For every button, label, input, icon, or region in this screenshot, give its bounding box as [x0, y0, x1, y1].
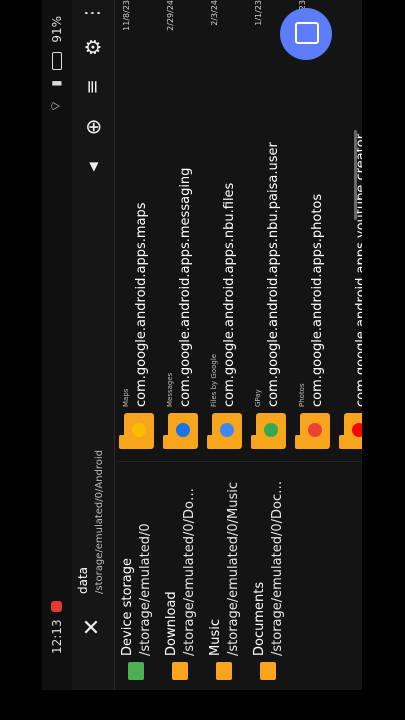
toolbar-divider	[114, 0, 115, 690]
messages-app-icon	[176, 423, 190, 437]
status-bar: 12:13 ⌔ ▮ 91%	[42, 0, 72, 690]
settings-button[interactable]: ⚙	[80, 34, 106, 60]
sidebar-item-label: Music	[208, 619, 223, 656]
gear-icon: ⚙	[81, 38, 105, 56]
sidebar: Device storage /storage/emulated/0 Downl…	[120, 480, 296, 680]
wifi-icon: ⌔	[49, 100, 64, 113]
signal-icon: ▮	[49, 80, 63, 87]
download-folder-icon	[172, 662, 188, 680]
folder-icon	[300, 413, 330, 449]
sidebar-item-label: Device storage	[120, 558, 135, 656]
music-folder-icon	[216, 662, 232, 680]
file-name: com.google.android.apps.messaging	[178, 167, 193, 407]
file-name: com.google.android.apps.photos	[310, 193, 325, 407]
documents-folder-icon	[260, 662, 276, 680]
storage-icon	[295, 22, 319, 44]
gpay-app-icon	[264, 423, 278, 437]
more-options-button[interactable]: ⋮	[80, 0, 106, 26]
list-item[interactable]: com.google.android.apps.youtube.creator	[338, 0, 362, 455]
storage-fab-button[interactable]	[280, 8, 332, 60]
sidebar-item-path: /storage/emulated/0/Music	[226, 482, 241, 656]
sidebar-item-path: /storage/emulated/0	[138, 523, 153, 656]
file-date: 11/8/23	[122, 0, 131, 31]
folder-icon	[212, 413, 242, 449]
more-vertical-icon: ⋮	[82, 4, 103, 22]
sidebar-item-label: Documents	[252, 581, 267, 656]
folder-icon	[344, 413, 362, 449]
device-storage-icon	[128, 662, 144, 680]
toolbar: ✕ data /storage/emulated/0/Android ◀ ⊕ ≡…	[72, 0, 114, 690]
file-app-name: Messages	[166, 372, 174, 407]
battery-icon	[52, 52, 62, 70]
file-name: com.google.android.apps.maps	[134, 202, 149, 407]
list-item[interactable]: Messages com.google.android.apps.messagi…	[162, 0, 206, 455]
file-name: com.google.android.apps.nbu.paisa.user	[266, 142, 281, 407]
add-icon: ⊕	[81, 118, 105, 136]
add-button[interactable]: ⊕	[80, 114, 106, 140]
maps-app-icon	[132, 423, 146, 437]
battery-level: 91%	[50, 16, 64, 43]
file-name: com.google.android.apps.nbu.files	[222, 182, 237, 407]
list-item[interactable]: Files by Google com.google.android.apps.…	[206, 0, 250, 455]
close-icon: ✕	[80, 617, 105, 637]
page-title: data	[76, 566, 90, 594]
file-app-name: Files by Google	[210, 353, 218, 407]
sidebar-item-download[interactable]: Download /storage/emulated/0/Do…	[164, 480, 208, 680]
file-date: 2/29/24	[166, 0, 175, 31]
sort-indicator-icon: ◀	[86, 162, 100, 172]
pane-divider	[118, 461, 362, 462]
list-view-icon: ≡	[82, 79, 103, 95]
list-view-button[interactable]: ≡	[80, 74, 106, 100]
scrollbar[interactable]	[354, 130, 357, 220]
sidebar-item-device-storage[interactable]: Device storage /storage/emulated/0	[120, 480, 164, 680]
sidebar-item-path: /storage/emulated/0/Doc…	[270, 480, 285, 656]
file-app-name: GPay	[254, 389, 262, 407]
list-item[interactable]: Photos com.google.android.apps.photos 23	[294, 0, 338, 455]
folder-icon	[124, 413, 154, 449]
screen: 12:13 ⌔ ▮ 91% ✕ data /storage/emulated/0…	[42, 0, 362, 690]
files-app-icon	[220, 423, 234, 437]
sidebar-item-label: Download	[164, 591, 179, 656]
sidebar-item-documents[interactable]: Documents /storage/emulated/0/Doc…	[252, 480, 296, 680]
youtube-creator-app-icon	[352, 423, 362, 437]
notification-icon	[51, 601, 62, 612]
file-date: 2/3/24	[210, 0, 219, 26]
app-canvas: 12:13 ⌔ ▮ 91% ✕ data /storage/emulated/0…	[42, 0, 362, 690]
status-time: 12:13	[50, 619, 64, 654]
sidebar-item-path: /storage/emulated/0/Do…	[182, 488, 197, 656]
photos-app-icon	[308, 423, 322, 437]
folder-icon	[256, 413, 286, 449]
sidebar-item-music[interactable]: Music /storage/emulated/0/Music	[208, 480, 252, 680]
file-app-name: Maps	[122, 388, 130, 407]
close-button[interactable]: ✕	[78, 612, 108, 642]
file-list: Maps com.google.android.apps.maps 11/8/2…	[118, 0, 362, 455]
current-path: /storage/emulated/0/Android	[94, 449, 105, 594]
list-item[interactable]: GPay com.google.android.apps.nbu.paisa.u…	[250, 0, 294, 455]
file-date: 1/1/23	[254, 0, 263, 26]
folder-icon	[168, 413, 198, 449]
list-item[interactable]: Maps com.google.android.apps.maps 11/8/2…	[118, 0, 162, 455]
file-app-name: Photos	[298, 383, 306, 407]
